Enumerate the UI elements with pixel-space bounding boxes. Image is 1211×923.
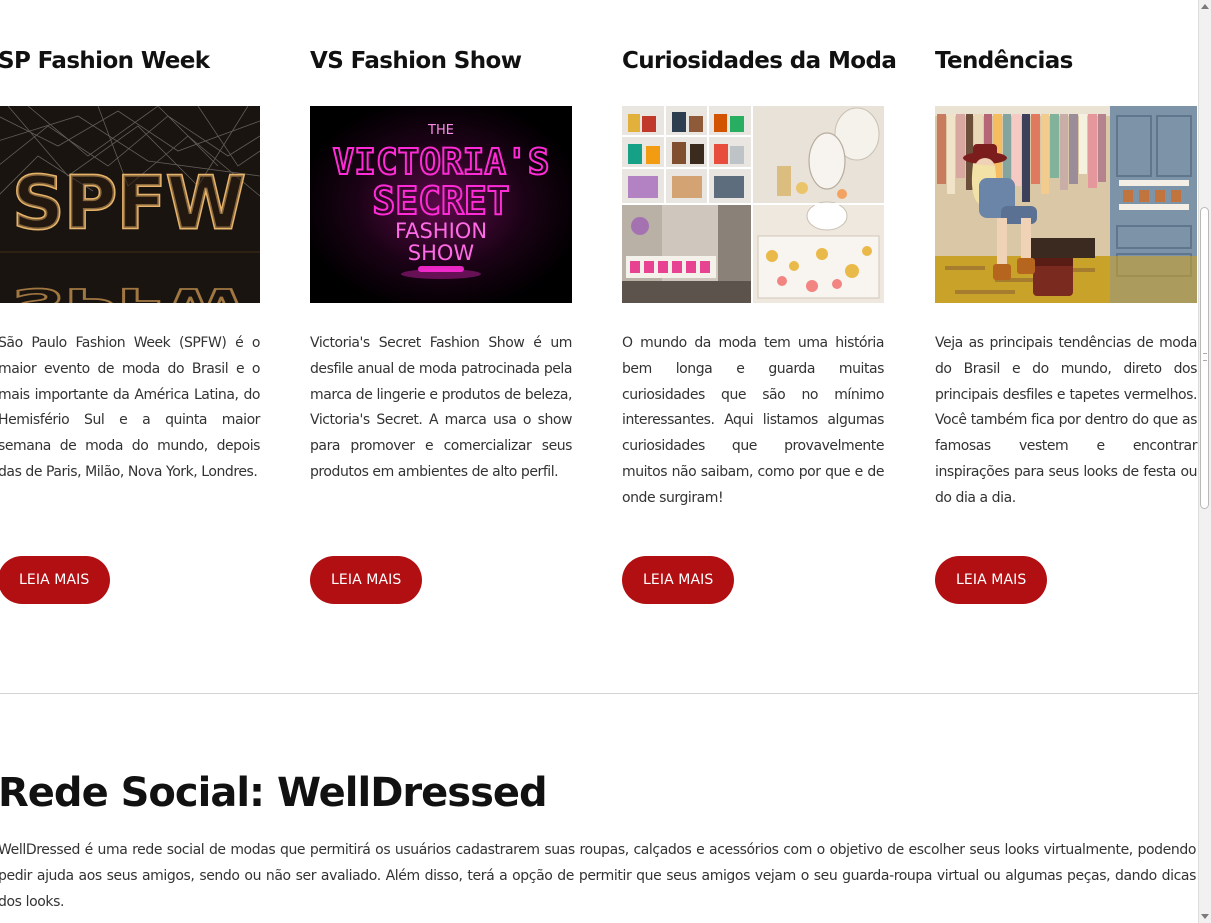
card-description: O mundo da moda tem uma história bem lon… (622, 335, 884, 506)
wardrobe-image[interactable] (935, 106, 1197, 303)
card-title: Tendências (935, 48, 1073, 74)
card-description: Veja as principais tendências de moda do… (935, 335, 1197, 506)
svg-text:THE: THE (427, 123, 454, 138)
card-title: Curiosidades da Moda (622, 48, 897, 74)
svg-text:SECRET: SECRET (372, 179, 509, 223)
leia-mais-button[interactable]: LEIA MAIS (622, 556, 735, 604)
browser-viewport: SP Fashion Week SPFW SPFW SPFW São Paulo… (0, 0, 1211, 923)
leia-mais-button[interactable]: LEIA MAIS (310, 556, 423, 604)
leia-mais-button[interactable]: LEIA MAIS (0, 556, 111, 604)
scroll-thumb[interactable] (1200, 207, 1209, 509)
svg-text:SHOW: SHOW (408, 241, 475, 265)
svg-text:VICTORIA'S: VICTORIA'S (333, 142, 550, 183)
card-title: SP Fashion Week (0, 48, 210, 74)
closet-collage-image[interactable] (622, 106, 884, 303)
card-title: VS Fashion Show (310, 48, 522, 74)
page-content: SP Fashion Week SPFW SPFW SPFW São Paulo… (0, 0, 1198, 923)
svg-text:FASHION: FASHION (395, 219, 487, 243)
vertical-scrollbar[interactable] (1198, 0, 1211, 923)
scroll-up-arrow-icon[interactable] (1201, 4, 1209, 9)
svg-text:SPFW: SPFW (12, 279, 245, 303)
social-section-description: WellDressed é uma rede social de modas q… (0, 842, 1196, 910)
card-description: São Paulo Fashion Week (SPFW) é o maior … (0, 335, 260, 480)
svg-text:SPFW: SPFW (12, 161, 245, 245)
social-section-title: Rede Social: WellDressed (0, 770, 548, 816)
leia-mais-button[interactable]: LEIA MAIS (935, 556, 1048, 604)
spfw-image[interactable]: SPFW SPFW SPFW (0, 106, 260, 303)
scroll-grip-icon (1203, 353, 1207, 361)
card-description: Victoria's Secret Fashion Show é um desf… (310, 335, 572, 480)
scroll-down-arrow-icon[interactable] (1201, 914, 1209, 919)
vs-fashion-show-image[interactable]: THE VICTORIA'S SECRET FASHION SHOW (310, 106, 572, 303)
section-divider (0, 693, 1198, 694)
